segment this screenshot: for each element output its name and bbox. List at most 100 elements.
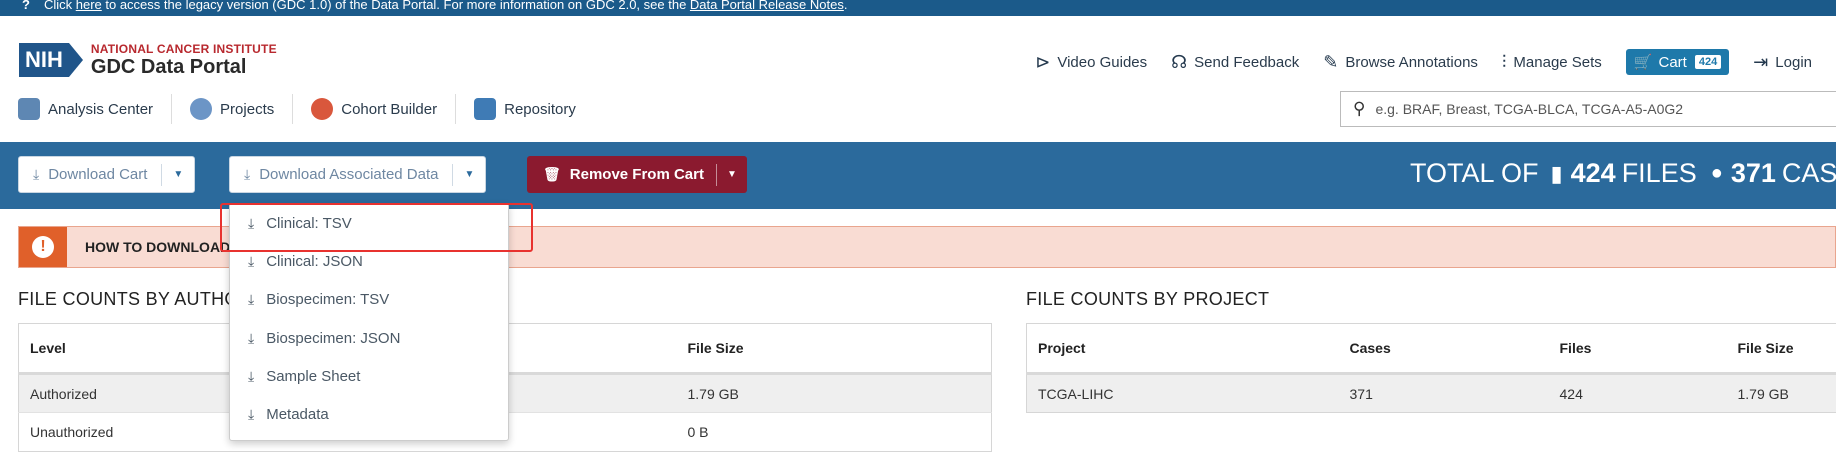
- menu-item-biospecimen-tsv[interactable]: ⤓ Biospecimen: TSV: [230, 281, 508, 319]
- download-icon: ⤓: [33, 166, 40, 182]
- menu-item-sample-sheet[interactable]: ⤓ Sample Sheet: [230, 357, 508, 395]
- download-associated-data-button[interactable]: ⤓ Download Associated Data ▼: [229, 156, 487, 193]
- nav-cohort-builder[interactable]: Cohort Builder: [311, 94, 457, 124]
- menu-item-label: Biospecimen: TSV: [266, 291, 390, 309]
- remove-from-cart-dropdown-toggle[interactable]: ▼: [715, 163, 747, 186]
- cart-button[interactable]: 🛒 Cart 424: [1625, 49, 1730, 75]
- exclamation-icon: !: [32, 236, 54, 258]
- table-row: TCGA-LIHC 371 424 1.79 GB: [1026, 373, 1836, 413]
- cart-label: Cart: [1658, 53, 1687, 71]
- play-circle-icon: ⊳: [1035, 51, 1051, 72]
- edit-icon: ✎: [1323, 51, 1339, 72]
- help-icon: ?: [22, 0, 30, 12]
- projects-icon: [190, 98, 213, 120]
- download-icon: ⤓: [248, 214, 255, 231]
- quick-search: ⚲: [1340, 91, 1836, 127]
- column-header[interactable]: Project: [1026, 323, 1339, 375]
- menu-item-label: Clinical: TSV: [266, 214, 352, 232]
- banner-text-middle: to access the legacy version (GDC 1.0) o…: [101, 0, 690, 12]
- login-label: Login: [1775, 53, 1812, 71]
- nav-analysis-center-label: Analysis Center: [48, 100, 154, 118]
- file-icon: ▮: [1550, 160, 1563, 186]
- cart-count-badge: 424: [1694, 55, 1722, 69]
- download-cart-button[interactable]: ⤓ Download Cart ▼: [18, 156, 196, 193]
- download-cart-dropdown-toggle[interactable]: ▼: [161, 163, 194, 186]
- nav-analysis-center[interactable]: Analysis Center: [18, 94, 173, 124]
- search-input[interactable]: [1375, 101, 1776, 117]
- column-header[interactable]: File Size: [1726, 323, 1836, 375]
- download-associated-menu: ⤓ Clinical: TSV ⤓ Clinical: JSON ⤓ Biospeci…: [229, 203, 509, 441]
- table-cell: 1.79 GB: [1726, 373, 1836, 413]
- video-guides-label: Video Guides: [1057, 53, 1148, 71]
- download-cart-label: Download Cart: [48, 166, 148, 183]
- menu-item-clinical-tsv[interactable]: ⤓ Clinical: TSV: [230, 204, 508, 242]
- cohort-builder-icon: [311, 98, 334, 120]
- legacy-link[interactable]: here: [76, 0, 102, 12]
- send-feedback-link[interactable]: ☊ Send Feedback: [1171, 52, 1299, 73]
- menu-item-clinical-json[interactable]: ⤓ Clinical: JSON: [230, 242, 508, 280]
- table-cell: 1.79 GB: [676, 373, 992, 413]
- column-header[interactable]: File Size: [676, 323, 992, 375]
- nav-cohort-builder-label: Cohort Builder: [341, 100, 438, 118]
- table-cell: 0 B: [676, 412, 992, 452]
- main-nav: Analysis Center Projects Cohort Builder …: [18, 94, 612, 124]
- cart-totals: TOTAL OF ▮ 424 FILES ● 371 CASES: [1410, 158, 1836, 189]
- search-icon: ⚲: [1353, 99, 1366, 118]
- banner-text-suffix: .: [843, 0, 848, 12]
- user-icon: ●: [1710, 162, 1723, 184]
- gdc-logo[interactable]: NIH NATIONAL CANCER INSTITUTE GDC Data P…: [19, 42, 277, 78]
- table-cell[interactable]: TCGA-LIHC: [1026, 373, 1339, 413]
- repository-icon: [474, 98, 497, 120]
- column-header[interactable]: Files: [1548, 323, 1727, 375]
- download-icon: ⤓: [248, 252, 255, 269]
- menu-item-metadata[interactable]: ⤓ Metadata: [230, 395, 508, 433]
- menu-item-biospecimen-json[interactable]: ⤓ Biospecimen: JSON: [230, 319, 508, 357]
- download-associated-label: Download Associated Data: [259, 166, 439, 183]
- download-icon: ⤓: [248, 406, 255, 423]
- browse-annotations-label: Browse Annotations: [1345, 53, 1478, 71]
- login-icon: ⇥: [1753, 51, 1769, 72]
- table-cell[interactable]: 371: [1338, 373, 1549, 413]
- files-count: 424: [1570, 158, 1616, 188]
- nci-label: NATIONAL CANCER INSTITUTE: [90, 42, 277, 56]
- nav-projects-label: Projects: [220, 100, 275, 118]
- portal-title: GDC Data Portal: [90, 56, 247, 78]
- nav-projects[interactable]: Projects: [190, 94, 294, 124]
- download-icon: ⤓: [248, 291, 255, 308]
- project-counts-table: Project Cases Files File Size TCGA-LIHC …: [1026, 323, 1836, 413]
- cart-toolbar: ⤓ Download Cart ▼ ⤓ Download Associated Da…: [0, 142, 1836, 209]
- legacy-banner: ? Click here to access the legacy version…: [0, 0, 1836, 16]
- send-feedback-label: Send Feedback: [1194, 53, 1300, 71]
- table-cell[interactable]: 424: [1548, 373, 1727, 413]
- trash-icon: 🗑: [543, 166, 561, 182]
- column-header[interactable]: Cases: [1338, 323, 1549, 375]
- cart-icon: 🛒: [1633, 54, 1653, 71]
- login-link[interactable]: ⇥ Login: [1753, 52, 1812, 73]
- analysis-center-icon: [18, 98, 40, 120]
- top-nav: ⊳ Video Guides ☊ Send Feedback ✎ Browse Ann…: [1035, 46, 1836, 78]
- manage-sets-link[interactable]: ⫶ Manage Sets: [1502, 52, 1602, 73]
- download-icon: ⤓: [248, 329, 255, 346]
- total-of-label: TOTAL OF: [1410, 158, 1539, 188]
- remove-from-cart-label: Remove From Cart: [569, 166, 704, 183]
- feedback-icon: ☊: [1171, 51, 1188, 72]
- cases-label: CASES: [1781, 158, 1836, 188]
- remove-from-cart-button[interactable]: 🗑 Remove From Cart ▼: [527, 156, 747, 193]
- browse-annotations-link[interactable]: ✎ Browse Annotations: [1323, 52, 1478, 73]
- cases-count: 371: [1730, 158, 1776, 188]
- nav-repository-label: Repository: [504, 100, 576, 118]
- warning-icon-box: !: [19, 227, 67, 267]
- menu-item-label: Clinical: JSON: [266, 252, 363, 270]
- nav-repository[interactable]: Repository: [474, 94, 594, 124]
- files-label: FILES: [1621, 158, 1697, 188]
- sliders-icon: ⫶: [1501, 51, 1507, 72]
- download-icon: ⤓: [248, 367, 255, 384]
- menu-item-label: Biospecimen: JSON: [266, 329, 401, 347]
- table-header-row: Project Cases Files File Size: [1026, 323, 1836, 375]
- header: NIH NATIONAL CANCER INSTITUTE GDC Data P…: [0, 16, 1836, 142]
- nih-logo: NIH: [19, 43, 83, 77]
- download-associated-dropdown-toggle[interactable]: ▼: [452, 163, 485, 186]
- release-notes-link[interactable]: Data Portal Release Notes: [690, 0, 844, 12]
- download-icon: ⤓: [244, 166, 251, 182]
- video-guides-link[interactable]: ⊳ Video Guides: [1035, 52, 1147, 73]
